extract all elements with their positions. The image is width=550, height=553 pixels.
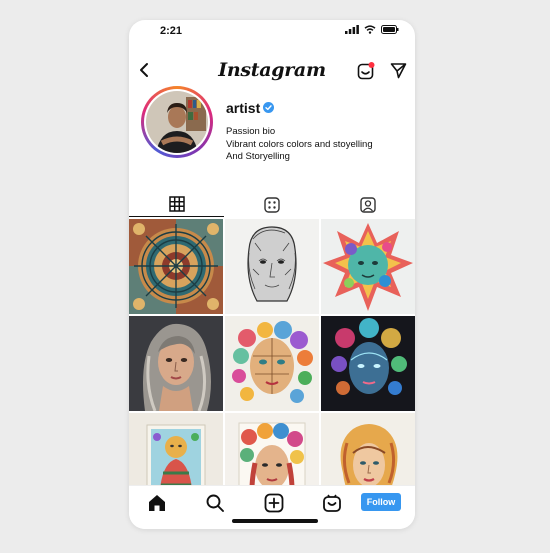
framed-figure-artwork [129,413,223,485]
post-tile[interactable] [321,413,415,485]
rainbow-splash-face [321,219,415,314]
shop-icon[interactable] [322,493,342,513]
floral-face-artwork [225,316,319,411]
tab-reels[interactable] [224,192,319,218]
tab-posts[interactable] [129,192,224,217]
post-tile[interactable] [225,413,319,485]
avatar-photo [146,91,208,153]
profile-tabs [129,192,415,218]
signal-icon [345,25,359,34]
neon-face-dark-artwork [321,316,415,411]
status-bar: 2:21 [129,20,415,42]
post-tile[interactable] [129,413,223,485]
bio-line: And Storyelling [226,151,290,162]
phone-frame: 2:21 Instagram artist Passion bio Vibran… [129,20,415,529]
post-tile[interactable] [129,316,223,411]
verified-badge-icon [263,102,274,113]
add-post-icon[interactable] [264,493,284,513]
post-tile[interactable] [321,316,415,411]
notifications-button[interactable] [357,62,375,85]
activity-icon [357,62,375,80]
woman-face-sketch-colored [321,413,415,485]
wifi-icon [364,25,376,34]
post-tile[interactable] [129,219,223,314]
home-indicator [232,519,318,523]
top-nav: Instagram [129,54,415,88]
tab-tagged[interactable] [320,192,415,218]
floral-hair-portrait [225,413,319,485]
follow-button[interactable]: Follow [361,493,401,511]
reels-icon [263,197,280,213]
status-time: 2:21 [160,25,183,37]
post-tile[interactable] [225,316,319,411]
profile-username: artist [226,100,261,116]
direct-message-icon[interactable] [390,62,407,79]
profile-avatar-ring[interactable] [141,86,213,158]
mandala-artwork [129,219,223,314]
post-tile[interactable] [225,219,319,314]
bio-line: Passion bio [226,126,276,137]
woman-portrait-painting [129,316,223,411]
home-icon[interactable] [147,493,167,513]
posts-grid [129,219,415,485]
status-icons [345,25,399,34]
post-tile[interactable] [321,219,415,314]
profile-bio: Passion bio Vibrant colors colors and st… [226,126,373,164]
tagged-icon [359,197,376,213]
avatar [144,89,210,155]
search-icon[interactable] [205,493,225,513]
battery-icon [381,25,399,34]
bio-line: Vibrant colors colors and stoyelling [226,138,373,150]
grid-icon [168,196,185,212]
pencil-sketch-face [225,219,319,314]
